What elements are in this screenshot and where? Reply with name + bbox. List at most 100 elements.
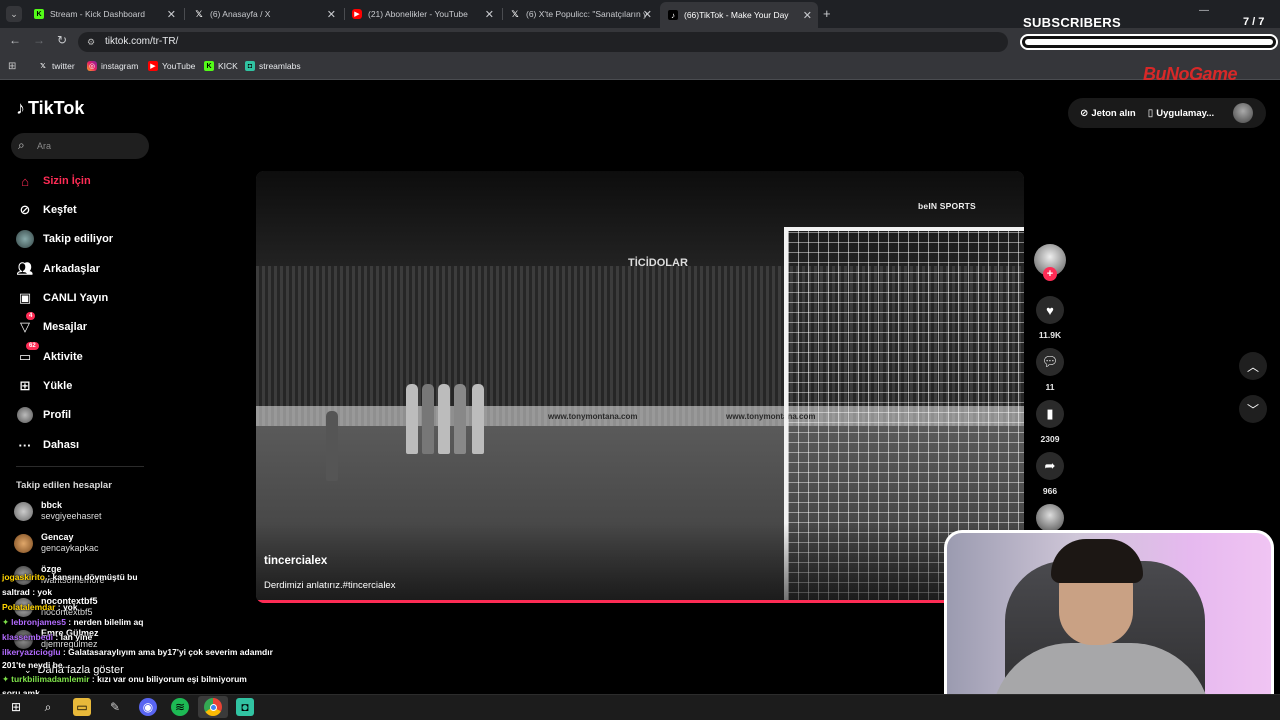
chat-message: jogaskirito : kansını dövmüştü bu bbox=[2, 572, 138, 582]
video-player-figure bbox=[422, 384, 434, 454]
tab-title: (66)TikTok - Make Your Day bbox=[684, 10, 789, 20]
search-box[interactable]: ⌕ bbox=[11, 133, 149, 159]
follow-plus-icon[interactable]: + bbox=[1043, 267, 1057, 281]
video-progress-bar[interactable] bbox=[256, 600, 1024, 603]
tab-tiktok[interactable]: ♪ (66)TikTok - Make Your Day ✕ bbox=[660, 2, 818, 28]
nav-for-you[interactable]: ⌂ Sizin İçin bbox=[16, 172, 91, 190]
bookmark-streamlabs[interactable]: ◘ streamlabs bbox=[245, 61, 301, 71]
site-info-icon[interactable]: ⚙ bbox=[87, 32, 95, 52]
chat-message: klassembedi : lan yine bbox=[2, 632, 92, 642]
coin-icon: ⊘ bbox=[1080, 107, 1089, 119]
chat-message: ✦ turkbilimadamlemir : kızı var onu biliy… bbox=[2, 674, 247, 685]
video-caption: Derdimizi anlatırız.#tincercialex bbox=[264, 580, 396, 591]
bookmark-label: instagram bbox=[101, 61, 139, 71]
save-button[interactable]: ▮ bbox=[1036, 400, 1064, 428]
nav-label: Aktivite bbox=[43, 351, 83, 363]
activity-icon: ▭ 62 bbox=[16, 342, 39, 366]
nav-more[interactable]: ··· Dahası bbox=[16, 436, 80, 454]
tiktok-note-icon: ♪ bbox=[16, 98, 25, 118]
share-icon: ➦ bbox=[1044, 458, 1056, 473]
pen-app-icon[interactable]: ✎ bbox=[106, 698, 124, 716]
bookmark-instagram[interactable]: ◎ instagram bbox=[87, 61, 138, 71]
bookmark-label: streamlabs bbox=[259, 61, 301, 71]
avatar bbox=[14, 501, 33, 521]
bookmark-label: twitter bbox=[52, 61, 75, 71]
tab-youtube-subscriptions[interactable]: ▶ (21) Abonelikler - YouTube ✕ bbox=[344, 3, 500, 25]
nav-following[interactable]: Takip ediliyor bbox=[16, 230, 113, 248]
user-avatar[interactable] bbox=[1233, 103, 1253, 123]
tab-kick-dashboard[interactable]: K Stream - Kick Dashboard ✕ bbox=[26, 3, 182, 25]
previous-video-button[interactable]: ︿ bbox=[1239, 352, 1267, 380]
nav-activity[interactable]: ▭ 62 Aktivite bbox=[16, 342, 83, 366]
search-input[interactable] bbox=[37, 138, 137, 154]
bookmark-twitter[interactable]: 𝕏twitter bbox=[38, 61, 75, 71]
new-tab-button[interactable]: + bbox=[823, 6, 831, 21]
account-name: bbck bbox=[41, 500, 63, 510]
subscribers-progress-bar bbox=[1020, 34, 1278, 50]
nav-messages[interactable]: ▽ 4 Mesajlar bbox=[16, 312, 88, 336]
file-explorer-icon[interactable]: ▭ bbox=[73, 698, 91, 716]
bookmark-kick[interactable]: K KICK bbox=[204, 61, 238, 71]
reload-icon[interactable]: ↻ bbox=[57, 33, 67, 47]
spotify-icon[interactable]: ≋ bbox=[171, 698, 189, 716]
account-handle: gencaykapkac bbox=[41, 543, 99, 553]
close-icon[interactable]: ✕ bbox=[643, 8, 652, 21]
x-icon: 𝕏 bbox=[40, 63, 46, 70]
bookmark-youtube[interactable]: ▶ YouTube bbox=[148, 61, 195, 71]
nav-label: Dahası bbox=[43, 439, 80, 451]
forward-icon[interactable]: → bbox=[33, 33, 45, 47]
tab-x-populicc[interactable]: 𝕏 (6) X'te Populicc: "Sanatçıların y ✕ bbox=[502, 3, 658, 25]
close-icon[interactable]: ✕ bbox=[167, 8, 176, 21]
get-coins-label: Jeton alın bbox=[1091, 107, 1136, 119]
next-video-button[interactable]: ﹀ bbox=[1239, 395, 1267, 423]
nav-label: Takip ediliyor bbox=[43, 233, 114, 245]
share-button[interactable]: ➦ bbox=[1036, 452, 1064, 480]
following-accounts-title: Takip edilen hesaplar bbox=[16, 480, 112, 491]
nav-profile[interactable]: Profil bbox=[16, 406, 71, 424]
apps-grid-icon[interactable]: ⊞ bbox=[8, 61, 16, 72]
following-account[interactable]: Gencay gencaykapkac bbox=[14, 532, 99, 554]
close-icon[interactable]: ✕ bbox=[485, 8, 494, 21]
nav-upload[interactable]: ⊞ Yükle bbox=[16, 377, 73, 395]
nav-label: Keşfet bbox=[43, 204, 77, 216]
nav-label: Mesajlar bbox=[43, 321, 88, 333]
chrome-icon[interactable] bbox=[204, 698, 222, 716]
get-coins-button[interactable]: ⊘ Jeton alın bbox=[1080, 108, 1136, 119]
nav-friends[interactable]: 👥︎ Arkadaşlar bbox=[16, 260, 100, 278]
nav-live[interactable]: ▣ CANLI Yayın bbox=[16, 289, 108, 307]
back-icon[interactable]: ← bbox=[9, 33, 21, 47]
chat-text: : kansını dövmüştü bu bbox=[44, 572, 138, 582]
chevron-down-icon: ﹀ bbox=[1246, 402, 1259, 417]
windows-start-icon[interactable]: ⊞ bbox=[7, 698, 25, 716]
chat-message: saltrad : yok bbox=[2, 587, 52, 597]
tab-title: (21) Abonelikler - YouTube bbox=[368, 9, 468, 19]
heart-icon: ♥ bbox=[1046, 302, 1054, 318]
upload-icon: ⊞ bbox=[19, 378, 31, 393]
chevron-up-icon: ︿ bbox=[1246, 359, 1259, 374]
tiktok-logo[interactable]: ♪ TikTok bbox=[16, 98, 84, 119]
tab-x-home[interactable]: 𝕏 (6) Anasayfa / X ✕ bbox=[186, 3, 342, 25]
streamlabs-icon: ◘ bbox=[245, 61, 255, 71]
nav-label: Arkadaşlar bbox=[43, 263, 100, 275]
like-button[interactable]: ♥ bbox=[1036, 296, 1064, 324]
music-disc[interactable] bbox=[1036, 504, 1064, 532]
video-player[interactable]: TİCİDOLAR www.tonymontana.com www.tonymo… bbox=[256, 171, 1024, 603]
following-account[interactable]: bbck sevgiyeehasret bbox=[14, 500, 102, 522]
brand-logo: BuNoGame bbox=[1143, 64, 1238, 84]
get-app-button[interactable]: ▯ Uygulamay... bbox=[1148, 108, 1214, 119]
comment-button[interactable]: 💬︎ bbox=[1036, 348, 1064, 376]
streamlabs-icon[interactable]: ◘ bbox=[236, 698, 254, 716]
minimize-icon[interactable]: — bbox=[1199, 5, 1209, 16]
close-icon[interactable]: ✕ bbox=[803, 9, 812, 22]
close-icon[interactable]: ✕ bbox=[327, 8, 336, 21]
chat-text: : kızı var onu biliyorum eşi bilmiyorum bbox=[89, 674, 247, 684]
address-bar[interactable]: ⚙ tiktok.com/tr-TR/ bbox=[78, 32, 1008, 52]
chat-user: turkbilimadamlemir bbox=[11, 674, 90, 684]
nav-explore[interactable]: ⊘ Keşfet bbox=[16, 201, 77, 219]
kick-icon: K bbox=[34, 9, 44, 19]
tab-search-button[interactable]: ⌄ bbox=[6, 6, 22, 22]
discord-icon[interactable]: ◉ bbox=[139, 698, 157, 716]
chat-user: klassembedi bbox=[2, 632, 54, 642]
video-author[interactable]: tincercialex bbox=[264, 555, 327, 567]
search-icon[interactable]: ⌕ bbox=[39, 698, 57, 716]
